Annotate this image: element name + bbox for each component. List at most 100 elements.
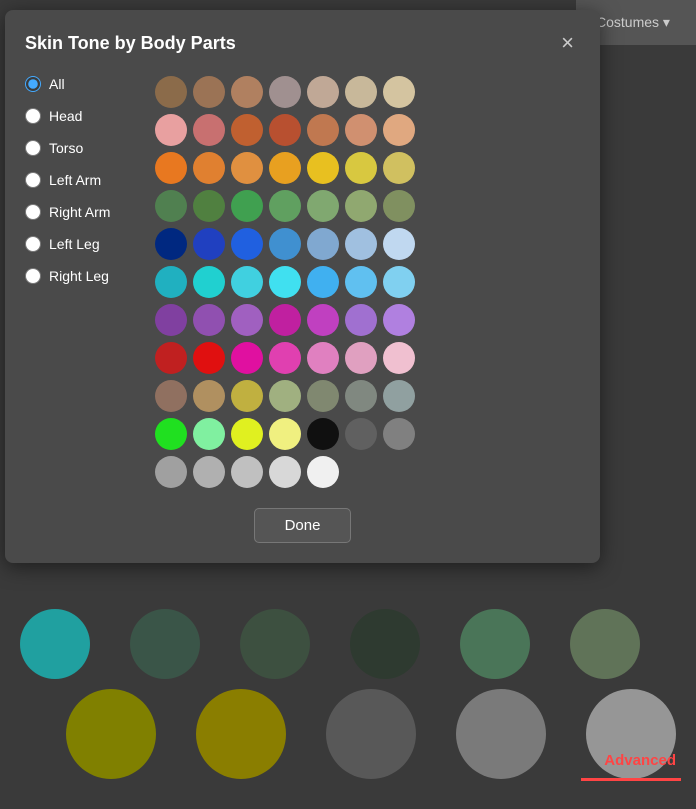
color-swatch-0-2[interactable] [231,76,263,108]
color-swatch-2-2[interactable] [231,152,263,184]
color-swatch-5-1[interactable] [193,266,225,298]
color-swatch-8-0[interactable] [155,380,187,412]
color-swatch-4-4[interactable] [307,228,339,260]
color-swatch-4-5[interactable] [345,228,377,260]
color-swatch-5-5[interactable] [345,266,377,298]
color-swatch-0-3[interactable] [269,76,301,108]
color-swatch-1-6[interactable] [383,114,415,146]
color-swatch-3-0[interactable] [155,190,187,222]
color-row-2 [155,152,415,184]
radio-right-leg-input[interactable] [25,268,41,284]
color-swatch-5-6[interactable] [383,266,415,298]
color-swatch-1-5[interactable] [345,114,377,146]
color-swatch-7-5[interactable] [345,342,377,374]
radio-head-input[interactable] [25,108,41,124]
color-swatch-8-3[interactable] [269,380,301,412]
color-swatch-2-6[interactable] [383,152,415,184]
radio-torso-input[interactable] [25,140,41,156]
color-swatch-3-6[interactable] [383,190,415,222]
radio-head[interactable]: Head [25,108,135,124]
color-swatch-7-4[interactable] [307,342,339,374]
dialog-title: Skin Tone by Body Parts [25,33,236,54]
color-swatch-9-5[interactable] [345,418,377,450]
color-swatch-2-3[interactable] [269,152,301,184]
color-swatch-2-4[interactable] [307,152,339,184]
color-row-0 [155,76,415,108]
color-swatch-6-4[interactable] [307,304,339,336]
color-swatch-4-0[interactable] [155,228,187,260]
color-swatch-2-1[interactable] [193,152,225,184]
color-swatch-2-5[interactable] [345,152,377,184]
color-swatch-9-0[interactable] [155,418,187,450]
radio-left-arm[interactable]: Left Arm [25,172,135,188]
color-swatch-1-3[interactable] [269,114,301,146]
color-swatch-1-4[interactable] [307,114,339,146]
color-swatch-10-0[interactable] [155,456,187,488]
radio-all[interactable]: All [25,76,135,92]
color-swatch-1-1[interactable] [193,114,225,146]
color-swatch-9-1[interactable] [193,418,225,450]
color-row-9 [155,418,415,450]
color-swatch-6-1[interactable] [193,304,225,336]
color-swatch-3-5[interactable] [345,190,377,222]
radio-left-leg-input[interactable] [25,236,41,252]
radio-right-arm[interactable]: Right Arm [25,204,135,220]
color-swatch-6-0[interactable] [155,304,187,336]
color-swatch-5-3[interactable] [269,266,301,298]
radio-torso[interactable]: Torso [25,140,135,156]
color-swatch-10-2[interactable] [231,456,263,488]
color-swatch-0-1[interactable] [193,76,225,108]
color-swatch-3-3[interactable] [269,190,301,222]
advanced-label[interactable]: Advanced [584,752,696,769]
done-button[interactable]: Done [254,508,352,543]
color-swatch-7-0[interactable] [155,342,187,374]
color-swatch-0-5[interactable] [345,76,377,108]
color-swatch-4-3[interactable] [269,228,301,260]
color-swatch-0-4[interactable] [307,76,339,108]
color-swatch-4-1[interactable] [193,228,225,260]
color-swatch-5-4[interactable] [307,266,339,298]
color-swatch-3-2[interactable] [231,190,263,222]
color-swatch-8-2[interactable] [231,380,263,412]
color-swatch-9-6[interactable] [383,418,415,450]
color-swatch-10-3[interactable] [269,456,301,488]
color-swatch-8-1[interactable] [193,380,225,412]
color-swatch-7-6[interactable] [383,342,415,374]
color-swatch-5-0[interactable] [155,266,187,298]
color-swatch-3-1[interactable] [193,190,225,222]
close-button[interactable]: × [555,30,580,56]
radio-right-leg[interactable]: Right Leg [25,268,135,284]
color-swatch-8-5[interactable] [345,380,377,412]
radio-left-leg[interactable]: Left Leg [25,236,135,252]
color-swatch-1-0[interactable] [155,114,187,146]
color-swatch-0-0[interactable] [155,76,187,108]
color-swatch-9-4[interactable] [307,418,339,450]
costumes-label[interactable]: Costumes ▾ [596,14,670,31]
color-swatch-4-6[interactable] [383,228,415,260]
color-swatch-7-2[interactable] [231,342,263,374]
color-swatch-3-4[interactable] [307,190,339,222]
color-swatch-6-6[interactable] [383,304,415,336]
color-row-8 [155,380,415,412]
color-swatch-1-2[interactable] [231,114,263,146]
color-swatch-5-2[interactable] [231,266,263,298]
color-row-6 [155,304,415,336]
color-swatch-10-4[interactable] [307,456,339,488]
color-swatch-7-1[interactable] [193,342,225,374]
color-swatch-8-4[interactable] [307,380,339,412]
color-swatch-2-0[interactable] [155,152,187,184]
color-swatch-7-3[interactable] [269,342,301,374]
radio-right-arm-input[interactable] [25,204,41,220]
color-swatch-0-6[interactable] [383,76,415,108]
color-swatch-6-3[interactable] [269,304,301,336]
color-swatch-8-6[interactable] [383,380,415,412]
color-swatch-9-3[interactable] [269,418,301,450]
radio-left-arm-input[interactable] [25,172,41,188]
color-swatch-4-2[interactable] [231,228,263,260]
radio-left-leg-label: Left Leg [49,236,100,252]
color-swatch-9-2[interactable] [231,418,263,450]
radio-all-input[interactable] [25,76,41,92]
color-swatch-6-2[interactable] [231,304,263,336]
color-swatch-10-1[interactable] [193,456,225,488]
color-swatch-6-5[interactable] [345,304,377,336]
